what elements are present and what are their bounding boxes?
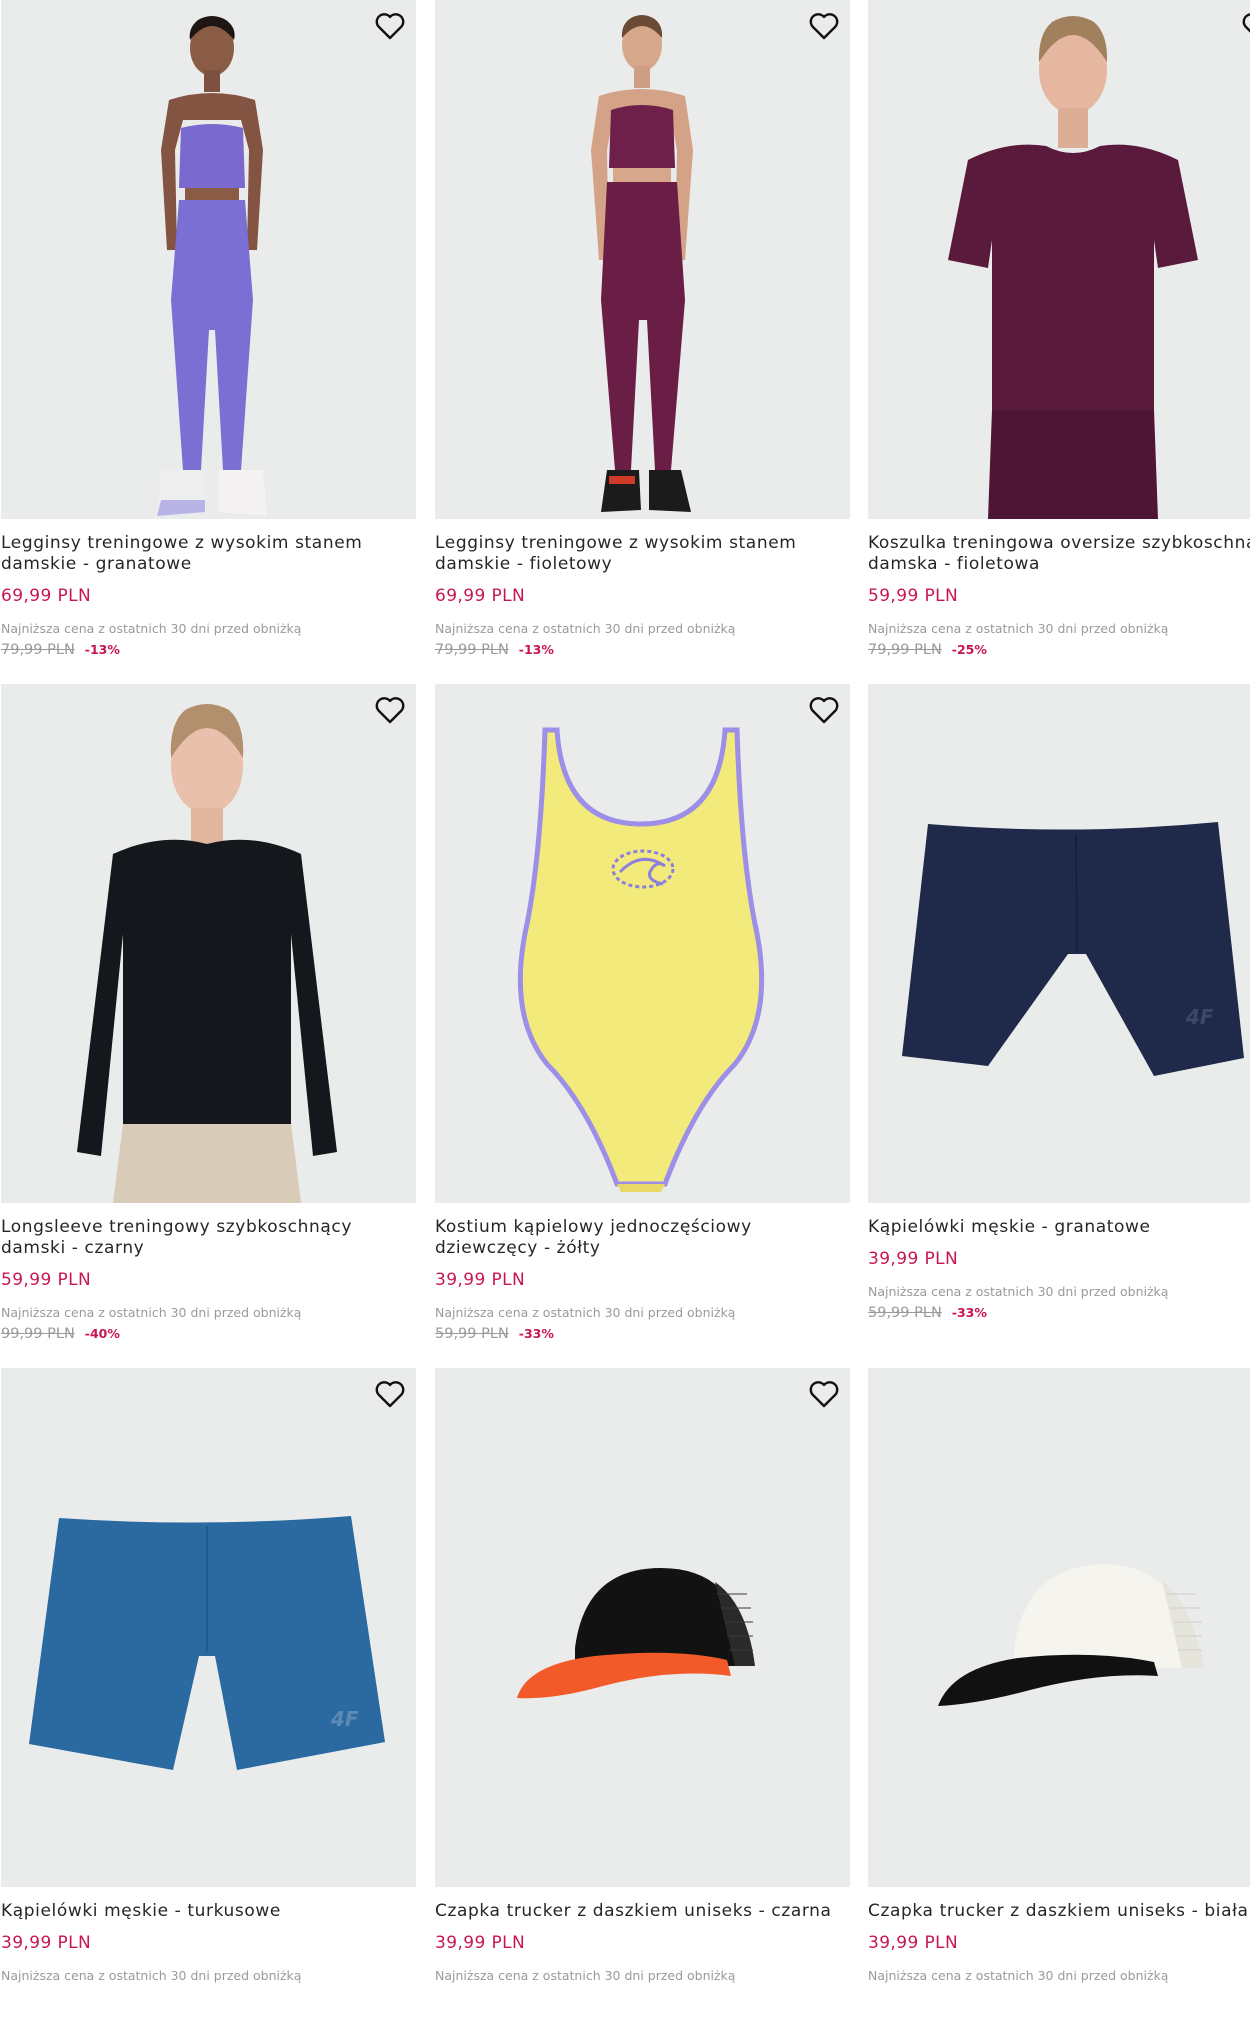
lowest-price-label: Najniższa cena z ostatnich 30 dni przed … [1, 1968, 302, 1983]
product-price: 39,99 PLN [435, 1270, 526, 1290]
tshirt-woman-plum-image [948, 16, 1198, 519]
product-image[interactable] [435, 1368, 850, 1887]
product-title[interactable]: Legginsy treningowe z wysokim stanem dam… [1, 533, 421, 575]
product-title[interactable]: Kostium kąpielowy jednoczęściowy dziewcz… [435, 1217, 855, 1259]
product-title[interactable]: Kąpielówki męskie - granatowe [868, 1217, 1250, 1238]
discount-badge: -13% [518, 642, 554, 657]
product-price: 69,99 PLN [1, 586, 92, 606]
heart-icon[interactable] [806, 1376, 842, 1412]
lowest-price-label: Najniższa cena z ostatnich 30 dni przed … [868, 1968, 1169, 1983]
discount-badge: -40% [84, 1326, 120, 1341]
leggings-woman-lavender-image [157, 16, 267, 516]
leggings-woman-plum-image [591, 15, 693, 512]
lowest-price-label: Najniższa cena z ostatnich 30 dni przed … [1, 621, 302, 636]
lowest-price-label: Najniższa cena z ostatnich 30 dni przed … [435, 621, 736, 636]
product-title[interactable]: Koszulka treningowa oversize szybkoschną… [868, 533, 1250, 575]
product-image[interactable] [435, 684, 850, 1203]
swim-shorts-navy-image: 4F [902, 822, 1244, 1076]
product-price: 39,99 PLN [1, 1933, 92, 1953]
product-title[interactable]: Kąpielówki męskie - turkusowe [1, 1901, 421, 1922]
product-grid: Legginsy treningowe z wysokim stanem dam… [0, 0, 1250, 1992]
lowest-price-label: Najniższa cena z ostatnich 30 dni przed … [1, 1305, 302, 1320]
heart-icon[interactable] [806, 692, 842, 728]
old-price-row: 79,99 PLN -13% [435, 641, 554, 659]
product-card[interactable]: 4F Kąpielówki męskie - granatowe 39,99 P… [867, 684, 1250, 1344]
product-card[interactable]: Kostium kąpielowy jednoczęściowy dziewcz… [434, 684, 850, 1344]
old-price: 59,99 PLN [868, 1305, 942, 1321]
old-price: 99,99 PLN [1, 1326, 75, 1342]
product-image[interactable]: 4F [1, 1368, 416, 1887]
old-price-row: 79,99 PLN -25% [868, 641, 987, 659]
heart-icon[interactable] [372, 1376, 408, 1412]
product-title[interactable]: Legginsy treningowe z wysokim stanem dam… [435, 533, 855, 575]
old-price: 59,99 PLN [435, 1326, 509, 1342]
swim-shorts-turquoise-image: 4F [29, 1516, 385, 1770]
cap-black-orange-image [517, 1568, 755, 1699]
lowest-price-label: Najniższa cena z ostatnich 30 dni przed … [435, 1968, 736, 1983]
discount-badge: -13% [84, 642, 120, 657]
discount-badge: -33% [951, 1305, 987, 1320]
product-card[interactable]: Longsleeve treningowy szybkoschnący dams… [0, 684, 416, 1344]
old-price: 79,99 PLN [1, 642, 75, 658]
product-title[interactable]: Czapka trucker z daszkiem uniseks - biał… [868, 1901, 1250, 1922]
product-image[interactable] [868, 0, 1250, 519]
heart-icon[interactable] [372, 8, 408, 44]
product-title[interactable]: Czapka trucker z daszkiem uniseks - czar… [435, 1901, 855, 1922]
swimsuit-yellow-image [517, 727, 765, 1192]
product-card[interactable]: Koszulka treningowa oversize szybkoschną… [867, 0, 1250, 660]
product-card[interactable]: Legginsy treningowe z wysokim stanem dam… [434, 0, 850, 660]
product-card[interactable]: Czapka trucker z daszkiem uniseks - czar… [434, 1368, 850, 2028]
heart-icon[interactable] [806, 8, 842, 44]
product-price: 39,99 PLN [868, 1933, 959, 1953]
product-card[interactable]: 4F Kąpielówki męskie - turkusowe 39,99 P… [0, 1368, 416, 2028]
product-image[interactable] [1, 684, 416, 1203]
old-price-row: 59,99 PLN -33% [435, 1325, 554, 1343]
heart-icon[interactable] [372, 692, 408, 728]
heart-icon[interactable] [1239, 8, 1250, 44]
lowest-price-label: Najniższa cena z ostatnich 30 dni przed … [868, 1284, 1169, 1299]
old-price-row: 79,99 PLN -13% [1, 641, 120, 659]
product-image[interactable] [1, 0, 416, 519]
product-image[interactable]: 4F [868, 684, 1250, 1203]
product-price: 39,99 PLN [868, 1249, 959, 1269]
old-price: 79,99 PLN [435, 642, 509, 658]
discount-badge: -33% [518, 1326, 554, 1341]
discount-badge: -25% [951, 642, 987, 657]
svg-text:4F: 4F [330, 1707, 359, 1731]
product-price: 59,99 PLN [868, 586, 959, 606]
svg-text:4F: 4F [1185, 1005, 1214, 1029]
old-price-row: 59,99 PLN -33% [868, 1304, 987, 1322]
product-card[interactable]: Czapka trucker z daszkiem uniseks - biał… [867, 1368, 1250, 2028]
longsleeve-woman-black-image [77, 704, 337, 1203]
old-price: 79,99 PLN [868, 642, 942, 658]
product-image[interactable] [435, 0, 850, 519]
product-price: 59,99 PLN [1, 1270, 92, 1290]
product-price: 39,99 PLN [435, 1933, 526, 1953]
product-image[interactable] [868, 1368, 1250, 1887]
product-card[interactable]: Legginsy treningowe z wysokim stanem dam… [0, 0, 416, 660]
product-price: 69,99 PLN [435, 586, 526, 606]
cap-white-black-image [938, 1564, 1204, 1706]
lowest-price-label: Najniższa cena z ostatnich 30 dni przed … [868, 621, 1169, 636]
product-title[interactable]: Longsleeve treningowy szybkoschnący dams… [1, 1217, 421, 1259]
lowest-price-label: Najniższa cena z ostatnich 30 dni przed … [435, 1305, 736, 1320]
old-price-row: 99,99 PLN -40% [1, 1325, 120, 1343]
